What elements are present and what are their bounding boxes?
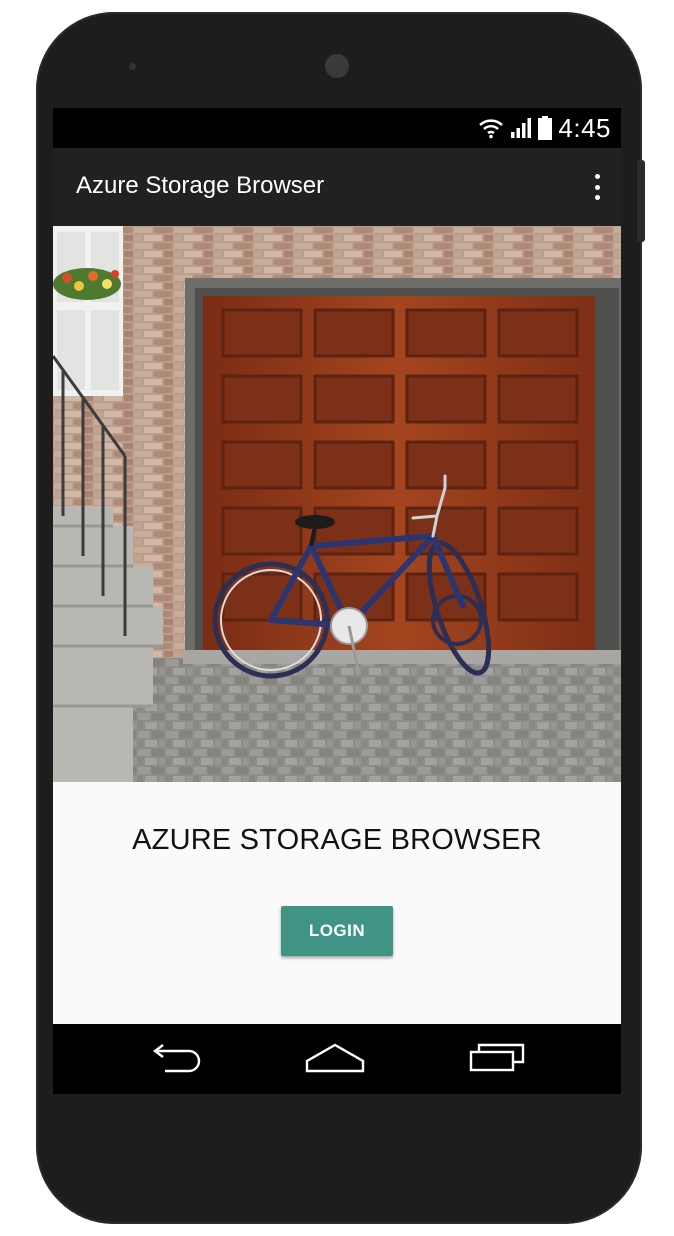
garage-bicycle-illustration bbox=[53, 226, 621, 782]
page-title: AZURE STORAGE BROWSER bbox=[132, 824, 542, 856]
recents-icon[interactable] bbox=[457, 1038, 537, 1078]
front-camera bbox=[325, 54, 349, 78]
login-section: AZURE STORAGE BROWSER LOGIN bbox=[53, 782, 621, 1024]
status-time: 4:45 bbox=[558, 112, 611, 143]
app-title: Azure Storage Browser bbox=[76, 172, 325, 199]
hero-image bbox=[53, 226, 621, 782]
login-button[interactable]: LOGIN bbox=[281, 906, 393, 956]
side-button bbox=[637, 160, 645, 242]
status-icons: 4:45 bbox=[478, 112, 611, 144]
status-bar: 4:45 bbox=[53, 108, 621, 148]
screen: 4:45 Azure Storage Browser AZURE STORAGE… bbox=[53, 108, 621, 1094]
app-bar: Azure Storage Browser bbox=[53, 148, 621, 226]
home-icon[interactable] bbox=[295, 1038, 375, 1078]
wifi-icon bbox=[479, 119, 504, 139]
sensor-dot bbox=[129, 63, 136, 70]
navigation-bar bbox=[53, 1024, 621, 1094]
signal-icon bbox=[511, 118, 532, 138]
battery-icon bbox=[538, 116, 553, 140]
overflow-menu-icon[interactable] bbox=[591, 174, 603, 200]
back-icon[interactable] bbox=[135, 1038, 215, 1078]
